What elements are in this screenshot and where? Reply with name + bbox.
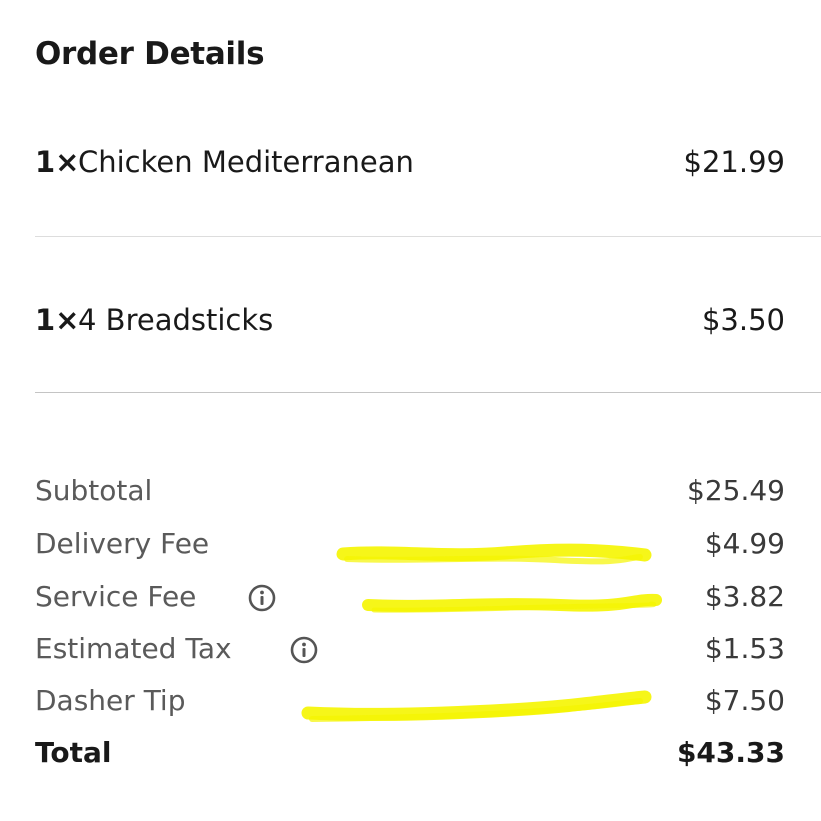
order-item-row[interactable]: 1× 4 Breadsticks $3.50 (35, 303, 785, 343)
page-title: Order Details (35, 36, 265, 72)
order-item-row[interactable]: 1× Chicken Mediterranean $21.99 (35, 145, 785, 185)
item-price: $21.99 (683, 145, 785, 179)
item-price: $3.50 (701, 303, 785, 337)
delivery-fee-value: $4.99 (704, 527, 785, 560)
total-row: Total $43.33 (35, 736, 785, 776)
estimated-tax-value: $1.53 (704, 632, 785, 665)
service-fee-label: Service Fee (35, 580, 197, 613)
highlighter-scribble (301, 690, 652, 722)
item-name: Chicken Mediterranean (78, 145, 414, 179)
total-label: Total (35, 736, 112, 769)
subtotal-value: $25.49 (687, 474, 785, 507)
section-divider (35, 392, 821, 393)
delivery-fee-label: Delivery Fee (35, 527, 210, 560)
dasher-tip-label: Dasher Tip (35, 684, 186, 717)
info-icon[interactable] (248, 584, 276, 612)
dasher-tip-value: $7.50 (704, 684, 785, 717)
total-value: $43.33 (676, 736, 785, 769)
highlighter-scribble (336, 543, 652, 565)
estimated-tax-label: Estimated Tax (35, 632, 232, 665)
subtotal-row: Subtotal $25.49 (35, 474, 785, 514)
estimated-tax-row: Estimated Tax $1.53 (35, 632, 785, 672)
info-icon[interactable] (290, 636, 318, 664)
item-name: 4 Breadsticks (78, 303, 274, 337)
item-quantity: 1× (35, 145, 80, 179)
subtotal-label: Subtotal (35, 474, 153, 507)
item-quantity: 1× (35, 303, 80, 337)
item-divider (35, 236, 821, 237)
service-fee-value: $3.82 (704, 580, 785, 613)
highlighter-scribble (362, 593, 662, 613)
